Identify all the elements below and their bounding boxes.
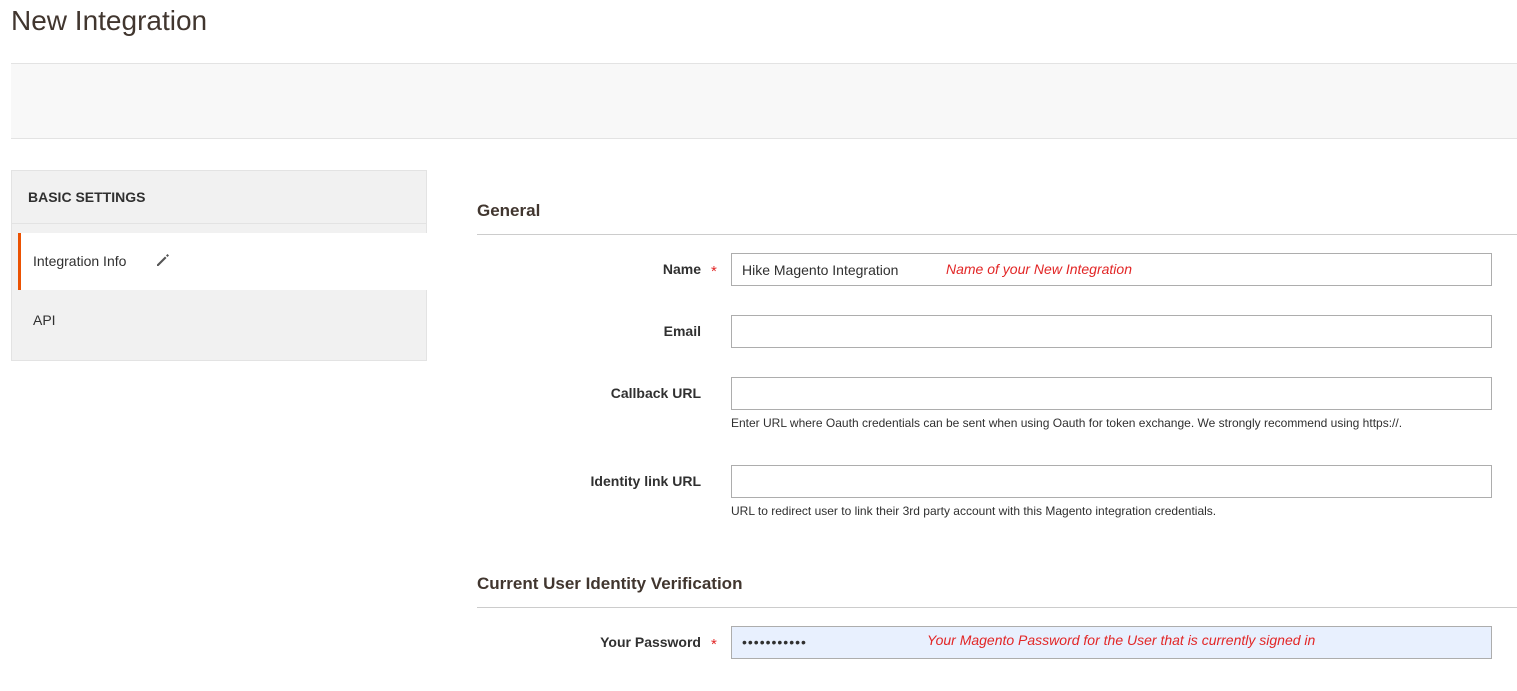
password-required-mark: * — [711, 636, 717, 653]
pencil-icon — [157, 254, 169, 266]
email-label: Email — [663, 323, 701, 339]
identity-link-url-note: URL to redirect user to link their 3rd p… — [731, 504, 1217, 518]
email-input[interactable] — [731, 315, 1492, 348]
sidebar: BASIC SETTINGS Integration Info API — [11, 170, 427, 361]
page-title: New Integration — [11, 5, 208, 36]
password-label: Your Password — [600, 634, 701, 650]
tab-api[interactable]: API — [18, 291, 427, 361]
identity-link-url-label: Identity link URL — [590, 473, 701, 489]
callback-url-input[interactable] — [731, 377, 1492, 410]
section-title-general: General — [477, 201, 1517, 235]
name-annotation: Name of your New Integration — [946, 261, 1132, 277]
password-annotation: Your Magento Password for the User that … — [927, 632, 1316, 648]
tab-integration-info[interactable]: Integration Info — [18, 233, 427, 290]
identity-link-url-input[interactable] — [731, 465, 1492, 498]
name-required-mark: * — [711, 263, 717, 280]
callback-url-label: Callback URL — [610, 385, 701, 401]
tab-integration-info-label: Integration Info — [33, 253, 127, 269]
callback-url-note: Enter URL where Oauth credentials can be… — [731, 416, 1403, 430]
page-actions-bar — [11, 63, 1517, 139]
sidebar-heading: BASIC SETTINGS — [12, 171, 426, 224]
name-label: Name — [662, 261, 701, 277]
tab-api-label: API — [33, 312, 56, 328]
section-title-verification: Current User Identity Verification — [477, 574, 1517, 608]
